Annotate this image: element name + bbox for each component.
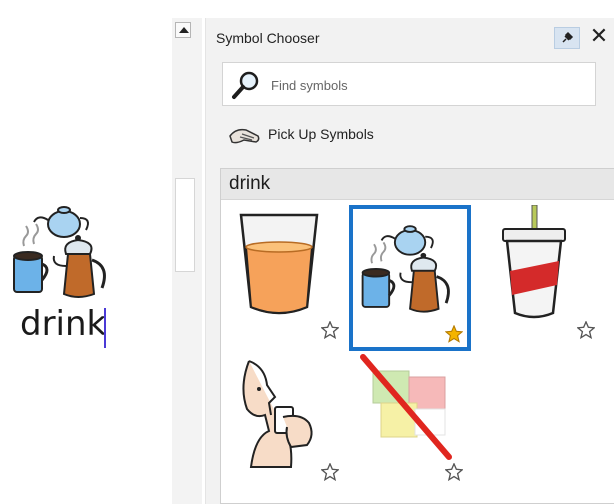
star-outline-icon[interactable] (577, 321, 595, 339)
pin-button[interactable] (554, 27, 580, 49)
teapot-icon (33, 206, 89, 238)
drink-symbol-image (13, 206, 106, 298)
symbol-results: drink (220, 168, 614, 504)
star-filled-icon[interactable] (445, 325, 463, 343)
document-area[interactable]: drink (0, 0, 170, 504)
scroll-thumb[interactable] (175, 178, 195, 272)
coffeepot-icon (52, 235, 106, 298)
star-outline-icon[interactable] (321, 321, 339, 339)
symbol-tile[interactable] (225, 205, 347, 351)
text-caret (104, 308, 106, 348)
scroll-up-arrow-icon (179, 27, 189, 33)
panel-title: Symbol Chooser (216, 30, 320, 46)
no-symbol-icon (360, 354, 452, 460)
symbol-tile[interactable] (477, 205, 599, 351)
symbol-tile[interactable] (225, 353, 347, 499)
results-header: drink (221, 169, 614, 200)
glass-of-juice-icon (239, 213, 319, 315)
soda-cup-icon (502, 205, 566, 319)
symbol-tile[interactable] (349, 353, 471, 499)
symbol-chooser-panel: Symbol Chooser ✕ Pick Up Symbols drink (205, 18, 614, 504)
scroll-up-button[interactable] (175, 22, 191, 38)
close-icon[interactable]: ✕ (588, 24, 610, 48)
pin-icon (562, 31, 574, 43)
results-header-label: drink (229, 173, 271, 194)
document-scrollbar[interactable] (172, 18, 202, 504)
search-input[interactable] (269, 73, 573, 97)
person-drinking-icon (242, 360, 313, 468)
mug-icon (13, 223, 49, 293)
symbol-tile-selected[interactable] (349, 205, 471, 351)
teapot-mug-coffeepot-icon (361, 225, 450, 313)
pickup-hand-icon (229, 128, 260, 144)
magnifier-icon (232, 71, 259, 99)
pick-up-symbols-label: Pick Up Symbols (268, 126, 374, 142)
document-word[interactable]: drink (20, 304, 106, 344)
star-outline-icon[interactable] (445, 463, 463, 481)
search-box[interactable] (222, 62, 596, 106)
star-outline-icon[interactable] (321, 463, 339, 481)
pick-up-symbols-button[interactable]: Pick Up Symbols (228, 120, 428, 150)
